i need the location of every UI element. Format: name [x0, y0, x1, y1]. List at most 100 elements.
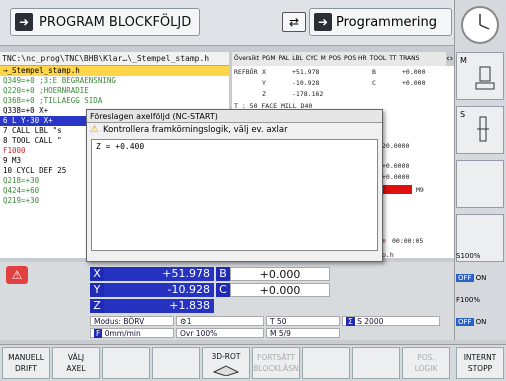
warning-text: Kontrollera framkörningslogik, välj ev. …: [102, 125, 288, 135]
softkey-label: FORTSÄTT: [257, 353, 295, 362]
override-info: ⚙1: [176, 316, 264, 326]
softkey-empty-1[interactable]: [102, 347, 150, 379]
status-axis: Y: [262, 79, 266, 87]
m-status-label: M9: [416, 186, 424, 194]
softkey-label: AXEL: [66, 364, 86, 373]
tab-scroll-icon[interactable]: ‹›: [446, 52, 454, 66]
softkey-pos-logic[interactable]: POS. LOGIK: [402, 347, 450, 379]
program-path: TNC:\nc_prog\TNC\BHB\Klar…\_Stempel_stam…: [0, 52, 229, 66]
status-value: +0.0000: [382, 162, 410, 170]
axis-label: Y: [90, 283, 104, 297]
spindle-on-label: ON: [475, 274, 487, 282]
ovr-info: Ovr 100%: [176, 328, 264, 338]
spindle-value: S 2000: [357, 317, 384, 326]
program-line[interactable]: Q368=+0 ;TILLAEGG SIDA: [0, 96, 229, 106]
status-file: p.h: [382, 251, 394, 259]
axis-value: -10.928: [104, 283, 214, 297]
softkey-label: INTERNT: [463, 353, 497, 362]
status-value: +0.000: [402, 79, 426, 87]
status-value: +0.000: [402, 68, 426, 76]
feed-icon: F: [94, 329, 103, 338]
feed-override[interactable]: F100% OFF ON: [456, 296, 504, 336]
axis-label: Z: [90, 299, 104, 313]
program-line[interactable]: Q349=+0 ;3:E BEGRAENSNING: [0, 76, 229, 86]
spindle-override[interactable]: S100% OFF ON: [456, 252, 504, 292]
arrow-right-icon: ➜: [15, 13, 33, 31]
tab-lbl[interactable]: LBL: [292, 52, 303, 66]
spindle-icon-small: Σ: [346, 317, 355, 326]
program-line[interactable]: →_Stempel_stamp.h: [0, 66, 229, 76]
status-value: +0.0000: [382, 173, 410, 181]
softkey-label: BLOCKLÄSN: [253, 364, 299, 373]
status-value: 20.0000: [382, 142, 410, 150]
m-label: M: [460, 56, 467, 65]
feed-info: F 0mm/min: [90, 328, 174, 338]
status-axis: B: [372, 68, 376, 76]
feed-off-label: OFF: [456, 318, 474, 326]
status-tabs: Översikt PGM PAL LBL CYC M POS POS HR TO…: [232, 52, 446, 66]
spindle-info: Σ S 2000: [342, 316, 440, 326]
softkey-empty-3[interactable]: [302, 347, 350, 379]
warning-icon: ⚠: [90, 124, 99, 135]
feed-on-label: ON: [475, 318, 487, 326]
tab-trans[interactable]: TRANS: [399, 52, 419, 66]
status-axis: Z: [262, 90, 266, 98]
status-value: +51.978: [292, 68, 320, 76]
m-function-button[interactable]: M: [456, 52, 504, 100]
tab-pal[interactable]: PAL: [279, 52, 290, 66]
axis-label: C: [216, 283, 230, 297]
programming-label: Programmering: [336, 14, 437, 30]
spindle-icon: [477, 116, 489, 142]
tab-m[interactable]: M: [321, 52, 326, 66]
clock-icon: [461, 6, 499, 44]
program-arrow-icon: ➜: [314, 13, 332, 31]
axis-row-y: Y -10.928 C +0.000: [90, 283, 440, 297]
softkey-empty-2[interactable]: [152, 347, 200, 379]
m-status-indicator: [382, 185, 412, 194]
warning-button[interactable]: ⚠: [6, 266, 28, 284]
tab-cyc[interactable]: CYC: [306, 52, 318, 66]
tab-overview[interactable]: Översikt: [234, 52, 259, 66]
softkey-label: LOGIK: [414, 364, 438, 373]
softkey-select-axis[interactable]: VÄLJ AXEL: [52, 347, 100, 379]
status-axis: X: [262, 68, 266, 76]
softkey-manual[interactable]: MANUELL DRIFT: [2, 347, 50, 379]
axis-label: X: [90, 267, 104, 281]
s-function-button[interactable]: S: [456, 106, 504, 154]
status-value: -178.162: [292, 90, 324, 98]
softkey-empty-4[interactable]: [352, 347, 400, 379]
swap-mode-button[interactable]: ⇄: [282, 12, 306, 32]
axis-entry[interactable]: Z = +0.400: [96, 142, 373, 151]
side-empty-button-1[interactable]: [456, 160, 504, 208]
dialog-warning: ⚠ Kontrollera framkörningslogik, välj ev…: [87, 123, 382, 137]
feed-value: 0mm/min: [104, 329, 141, 338]
softkey-label: VÄLJ: [67, 353, 85, 362]
s-label: S: [460, 110, 466, 119]
tab-tool[interactable]: TOOL: [370, 52, 386, 66]
tab-pos-hr[interactable]: POS HR: [344, 52, 367, 66]
program-line[interactable]: Q220=+0 ;HOERNRADIE: [0, 86, 229, 96]
status-value: -10.928: [292, 79, 320, 87]
axis-value: +51.978: [104, 267, 214, 281]
softkey-continue-block[interactable]: FORTSÄTT BLOCKLÄSN: [252, 347, 300, 379]
tab-pgm[interactable]: PGM: [262, 52, 275, 66]
axis-sequence-dialog: Föreslagen axelföljd (NC-START) ⚠ Kontro…: [86, 109, 383, 262]
axis-value: +0.000: [230, 283, 330, 297]
softkey-label: POS.: [417, 353, 435, 362]
spindle-off-label: OFF: [456, 274, 474, 282]
tab-tt[interactable]: TT: [389, 52, 396, 66]
softkey-internal-stop[interactable]: INTERNT STOPP: [456, 347, 504, 379]
tab-pos[interactable]: POS: [329, 52, 341, 66]
machine-icon: [475, 66, 495, 90]
softkey-3d-rot[interactable]: 3D-ROT: [202, 347, 250, 379]
m-info: M 5/9: [266, 328, 340, 338]
axis-entry-list[interactable]: Z = +0.400: [91, 139, 378, 251]
softkey-label: MANUELL: [8, 353, 44, 362]
operating-mode-button[interactable]: ➜ PROGRAM BLOCKFÖLJD: [10, 8, 201, 36]
axis-row-z: Z +1.838: [90, 299, 440, 313]
tool-info: T 50: [266, 316, 340, 326]
axis-value: +1.838: [104, 299, 214, 313]
mode-label: PROGRAM BLOCKFÖLJD: [39, 14, 192, 30]
programming-mode-button[interactable]: ➜ Programmering: [309, 8, 452, 36]
softkey-label: STOPP: [467, 364, 493, 373]
